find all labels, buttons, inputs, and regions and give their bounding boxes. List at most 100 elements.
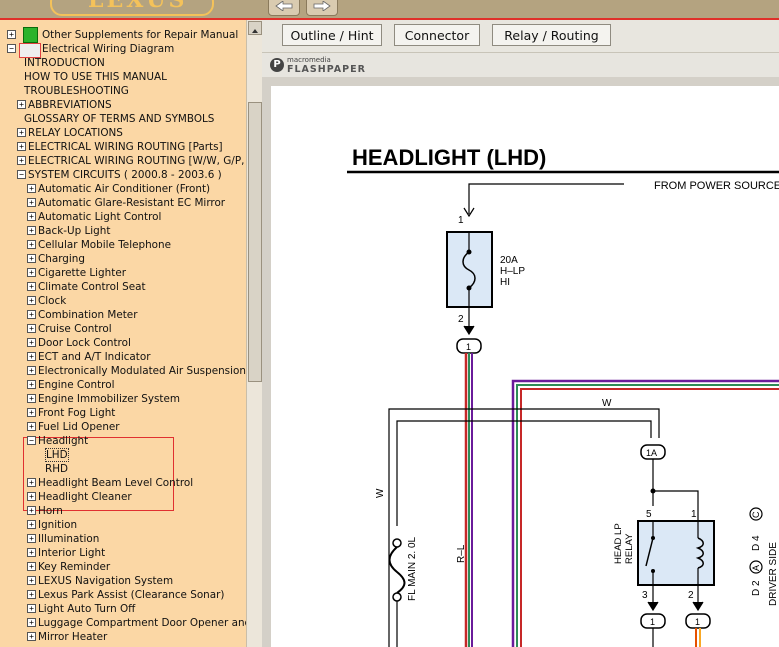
expand-icon[interactable]: +: [27, 240, 36, 249]
sidebar-scrollbar[interactable]: [246, 20, 262, 647]
tree-item[interactable]: Ignition: [38, 518, 77, 532]
tree-item[interactable]: RELAY LOCATIONS: [28, 126, 123, 140]
collapse-icon[interactable]: −: [7, 44, 16, 53]
expand-icon[interactable]: +: [17, 100, 26, 109]
expand-icon[interactable]: +: [27, 394, 36, 403]
expand-icon[interactable]: +: [17, 128, 26, 137]
tab-outline-hint[interactable]: Outline / Hint: [282, 24, 382, 46]
tree-item[interactable]: TROUBLESHOOTING: [24, 84, 129, 98]
expand-icon[interactable]: +: [27, 366, 36, 375]
tree-item[interactable]: Other Supplements for Repair Manual: [42, 28, 238, 42]
tree-item[interactable]: ECT and A/T Indicator: [38, 350, 151, 364]
tree-item[interactable]: Climate Control Seat: [38, 280, 146, 294]
tree-item[interactable]: Lexus Park Assist (Clearance Sonar): [38, 588, 224, 602]
tree-item[interactable]: Illumination: [38, 532, 99, 546]
tree-view: Other Supplements for Repair Manual + Elec…: [0, 20, 246, 647]
expand-icon[interactable]: +: [27, 408, 36, 417]
tree-item[interactable]: Headlight Beam Level Control: [38, 476, 193, 490]
expand-icon[interactable]: +: [27, 422, 36, 431]
tree-item[interactable]: Combination Meter: [38, 308, 137, 322]
tree-item[interactable]: Light Auto Turn Off: [38, 602, 135, 616]
tree-item[interactable]: Charging: [38, 252, 85, 266]
expand-icon[interactable]: +: [27, 492, 36, 501]
scroll-up-button[interactable]: [248, 21, 262, 35]
tree-item[interactable]: Cigarette Lighter: [38, 266, 126, 280]
tab-connector[interactable]: Connector: [394, 24, 480, 46]
tree-item[interactable]: Cruise Control: [38, 322, 112, 336]
expand-icon[interactable]: +: [27, 632, 36, 641]
back-button[interactable]: [268, 0, 300, 16]
wiring-diagram: HEADLIGHT (LHD) FROM POWER SOURCE 1 20A …: [347, 145, 779, 647]
expand-icon[interactable]: +: [27, 184, 36, 193]
collapse-icon[interactable]: −: [27, 436, 36, 445]
expand-icon[interactable]: +: [27, 324, 36, 333]
tree-item[interactable]: Electrical Wiring Diagram: [42, 42, 174, 56]
tree-item[interactable]: Fuel Lid Opener: [38, 420, 120, 434]
tree-item[interactable]: Luggage Compartment Door Opener and Cl: [38, 616, 246, 630]
tree-item[interactable]: RHD: [45, 462, 68, 476]
tree-item[interactable]: HOW TO USE THIS MANUAL: [24, 70, 167, 84]
expand-icon[interactable]: +: [27, 296, 36, 305]
tree-item[interactable]: ELECTRICAL WIRING ROUTING [W/W, G/P, S/: [28, 154, 246, 168]
tree-item[interactable]: SYSTEM CIRCUITS ( 2000.8 - 2003.6 ): [28, 168, 222, 182]
expand-icon[interactable]: +: [27, 618, 36, 627]
collapse-icon[interactable]: −: [17, 170, 26, 179]
expand-icon[interactable]: +: [27, 548, 36, 557]
tree-item-label: Mirror Heater: [38, 631, 108, 643]
expand-icon[interactable]: +: [7, 30, 16, 39]
tree-item[interactable]: ABBREVIATIONS: [28, 98, 112, 112]
tree-item[interactable]: LEXUS Navigation System: [38, 574, 173, 588]
expand-icon[interactable]: +: [27, 268, 36, 277]
expand-icon[interactable]: +: [27, 380, 36, 389]
expand-icon[interactable]: +: [27, 604, 36, 613]
tab-relay-routing[interactable]: Relay / Routing: [492, 24, 611, 46]
connector-b2-label: 1: [695, 617, 700, 627]
tree-item[interactable]: INTRODUCTION: [24, 56, 105, 70]
expand-icon[interactable]: +: [27, 520, 36, 529]
tree-item[interactable]: GLOSSARY OF TERMS AND SYMBOLS: [24, 112, 214, 126]
tree-item[interactable]: Automatic Air Conditioner (Front): [38, 182, 210, 196]
tree-item[interactable]: Engine Immobilizer System: [38, 392, 180, 406]
expand-icon[interactable]: +: [17, 142, 26, 151]
tree-item[interactable]: Cellular Mobile Telephone: [38, 238, 171, 252]
tree-item[interactable]: Key Reminder: [38, 560, 110, 574]
expand-icon[interactable]: +: [27, 590, 36, 599]
tree-item[interactable]: Interior Light: [38, 546, 105, 560]
tree-item[interactable]: Horn: [38, 504, 63, 518]
forward-button[interactable]: [306, 0, 338, 16]
expand-icon[interactable]: +: [27, 254, 36, 263]
tree-item[interactable]: Headlight Cleaner: [38, 490, 132, 504]
expand-icon[interactable]: +: [27, 310, 36, 319]
tree-item[interactable]: Automatic Glare-Resistant EC Mirror: [38, 196, 225, 210]
tree-item[interactable]: Mirror Heater: [38, 630, 107, 644]
expand-icon[interactable]: +: [27, 226, 36, 235]
expand-icon[interactable]: +: [27, 576, 36, 585]
tree-item[interactable]: Automatic Light Control: [38, 210, 161, 224]
expand-icon[interactable]: +: [27, 562, 36, 571]
tree-item-label: Horn: [38, 505, 63, 517]
tree-item[interactable]: Front Fog Light: [38, 406, 115, 420]
expand-icon[interactable]: +: [27, 534, 36, 543]
tree-item-label: Automatic Light Control: [38, 211, 162, 223]
tree-item-label: Headlight Cleaner: [38, 491, 132, 503]
tree-item[interactable]: Door Lock Control: [38, 336, 131, 350]
tree-item[interactable]: ELECTRICAL WIRING ROUTING [Parts]: [28, 140, 223, 154]
expand-icon[interactable]: +: [17, 156, 26, 165]
expand-icon[interactable]: +: [27, 478, 36, 487]
tree-item[interactable]: Headlight: [38, 434, 88, 448]
tree-item[interactable]: Clock: [38, 294, 66, 308]
expand-icon[interactable]: +: [27, 212, 36, 221]
expand-icon[interactable]: +: [27, 282, 36, 291]
connector-1a-label: 1A: [646, 448, 657, 458]
tree-item[interactable]: Electronically Modulated Air Suspension: [38, 364, 246, 378]
expand-icon[interactable]: +: [27, 198, 36, 207]
expand-icon[interactable]: +: [27, 338, 36, 347]
expand-icon[interactable]: +: [27, 506, 36, 515]
tree-item-label: Cruise Control: [38, 323, 112, 335]
expand-icon[interactable]: +: [27, 352, 36, 361]
tree-item[interactable]: LHD: [45, 448, 69, 462]
tree-item[interactable]: Back-Up Light: [38, 224, 110, 238]
scroll-thumb[interactable]: [248, 102, 262, 382]
tree-item[interactable]: Engine Control: [38, 378, 114, 392]
tree-item-label: TROUBLESHOOTING: [24, 85, 129, 97]
